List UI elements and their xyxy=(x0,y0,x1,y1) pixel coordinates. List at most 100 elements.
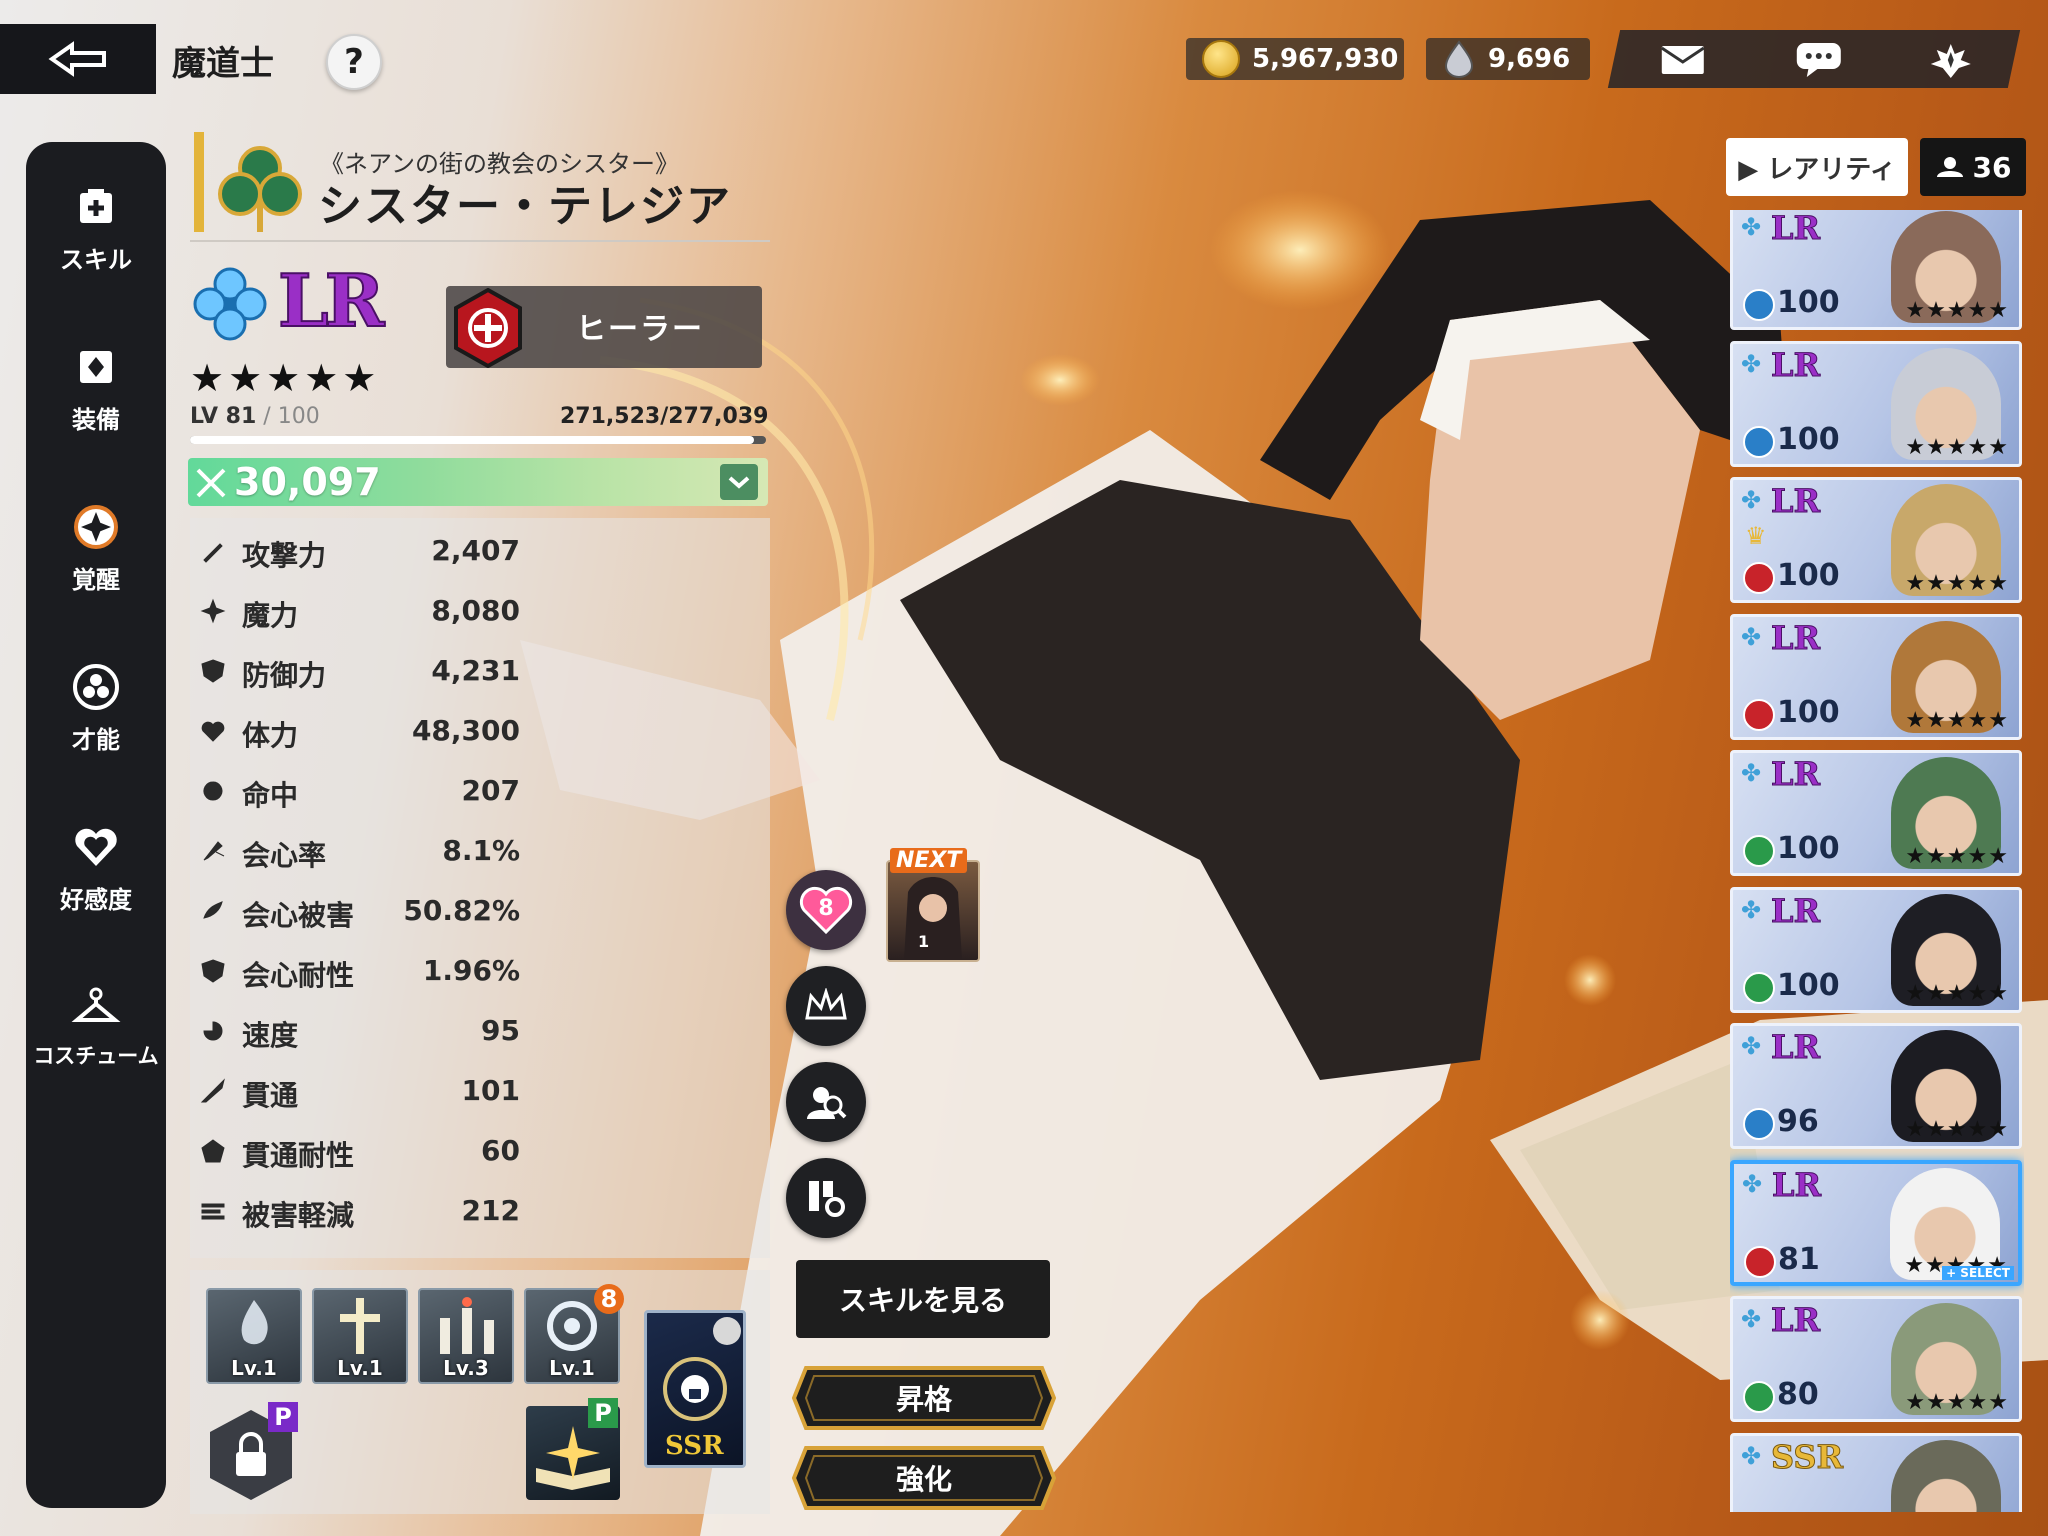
stat-name: 体力 xyxy=(242,719,299,752)
card-rarity: SSR xyxy=(1770,1437,1844,1476)
character-card[interactable]: ✤SSR60★★★★★ xyxy=(1730,1432,2022,1512)
level-max: / 100 xyxy=(256,404,320,429)
grimoire-slot[interactable]: P xyxy=(526,1398,620,1500)
rarity-badge: LR xyxy=(277,257,385,344)
attribute-icon xyxy=(1743,971,1775,1004)
skill-slot-1[interactable]: Lv.1 xyxy=(206,1288,302,1384)
guild-emblem-icon[interactable] xyxy=(1926,42,1976,78)
level-value: LV 81 xyxy=(190,404,257,429)
character-card[interactable]: ✤ LR 96 ★★★★★ xyxy=(1730,1023,2022,1149)
stat-row: 魔力 8,080 xyxy=(200,590,520,634)
stat-value: 1.96% xyxy=(422,954,520,987)
layout-gear-icon xyxy=(809,1181,845,1217)
stat-value: 50.82% xyxy=(403,894,520,927)
locked-slot[interactable]: P xyxy=(204,1402,298,1502)
enhance-button[interactable]: 強化 xyxy=(791,1444,1057,1512)
sidebar-item-affinity[interactable]: 好感度 xyxy=(26,822,166,915)
awakening-icon xyxy=(71,502,121,552)
stat-row: 攻撃力 2,407 xyxy=(200,530,520,574)
top-icon-bar xyxy=(1607,30,2021,88)
stat-row: 会心率 8.1% xyxy=(200,830,520,874)
combat-power-value: 30,097 xyxy=(234,460,381,504)
character-card[interactable]: ✤ LR 80 ★★★★★ xyxy=(1730,1296,2022,1422)
flame-skill-icon xyxy=(241,1300,268,1345)
stat-row: 命中 207 xyxy=(200,770,520,814)
penetration-resist-icon xyxy=(201,1139,225,1163)
stat-name: 命中 xyxy=(242,779,299,812)
skill-slot-3[interactable]: Lv.3 xyxy=(418,1288,514,1384)
stat-name: 会心被害 xyxy=(242,899,355,932)
character-card[interactable]: ✤ LR 100 ★★★★★ xyxy=(1730,340,2022,467)
skill-slot-4[interactable]: Lv.1 8 xyxy=(524,1284,624,1384)
sidebar: スキル 装備 覚醒 才能 好感度 コスチューム xyxy=(26,142,166,1508)
card-level: 100 xyxy=(1777,831,1840,866)
view-skill-button[interactable]: スキルを見る xyxy=(796,1260,1050,1338)
crown-button[interactable] xyxy=(786,966,866,1046)
sidebar-item-awakening[interactable]: 覚醒 xyxy=(26,502,166,595)
card-stars: ★★★★★ xyxy=(1905,980,2009,1006)
nun-portrait-icon xyxy=(904,877,962,960)
sidebar-item-skill[interactable]: スキル xyxy=(26,182,166,275)
stat-value: 95 xyxy=(481,1014,520,1047)
stat-name: 会心率 xyxy=(242,839,327,872)
stat-row: 会心耐性 1.96% xyxy=(200,950,520,994)
clover-icon: ✤ xyxy=(1741,895,1762,924)
card-level: 81 xyxy=(1778,1241,1820,1277)
character-card[interactable]: ✤LR81★★★★★+ SELECT xyxy=(1730,1159,2022,1286)
card-level: 100 xyxy=(1777,967,1840,1003)
next-costume-card[interactable]: 1 xyxy=(886,860,980,962)
owned-count: 36 xyxy=(1972,150,2012,184)
affinity-gift-button[interactable]: 8 xyxy=(786,870,866,950)
attribute-icon xyxy=(1743,562,1775,594)
back-arrow-icon xyxy=(48,41,106,77)
sidebar-item-costume[interactable]: コスチューム xyxy=(26,982,166,1070)
clover-icon: ✤ xyxy=(1742,1169,1763,1198)
card-rarity: LR xyxy=(1770,482,1821,521)
character-portrait xyxy=(1891,1439,2001,1512)
character-card[interactable]: ✤ LR 100 ★★★★★ ♛ xyxy=(1730,477,2022,603)
character-card[interactable]: ✤ LR 100 ★★★★★ xyxy=(1730,210,2022,330)
help-button[interactable]: ? xyxy=(326,34,382,90)
stat-name: 防御力 xyxy=(242,659,327,692)
magic-card-slot[interactable]: SSR xyxy=(644,1310,746,1468)
back-button[interactable] xyxy=(0,24,156,94)
profile-search-icon xyxy=(807,1087,847,1119)
settings-button[interactable] xyxy=(786,1158,866,1238)
rarity-filter-button[interactable]: ▶ レアリティ xyxy=(1726,138,1908,196)
character-card[interactable]: ✤ LR 100 ★★★★★ xyxy=(1730,613,2022,740)
four-leaf-clover-icon xyxy=(193,267,267,341)
chat-icon[interactable] xyxy=(1794,42,1844,78)
sidebar-item-talent[interactable]: 才能 xyxy=(26,662,166,755)
power-detail-toggle[interactable] xyxy=(720,464,758,500)
sidebar-item-equipment[interactable]: 装備 xyxy=(26,342,166,435)
stat-value: 48,300 xyxy=(411,714,520,747)
attribute-icon xyxy=(1743,835,1775,867)
stat-value: 8,080 xyxy=(431,594,520,627)
affinity-icon xyxy=(71,822,121,872)
profile-search-button[interactable] xyxy=(786,1062,866,1142)
gold-amount: 5,967,930 xyxy=(1252,44,1399,74)
chevron-down-icon xyxy=(728,476,750,489)
character-list[interactable]: ✤ LR 100 ★★★★★ ✤ LR 100 ★★★★★ ✤ LR 100 ★★★★★ ♛ ✤ LR 100… xyxy=(1730,210,2024,1512)
stat-row: 被害軽減 212 xyxy=(200,1190,520,1234)
hp-icon xyxy=(201,721,225,742)
clover-icon: ✤ xyxy=(1741,1441,1762,1470)
stat-value: 101 xyxy=(461,1074,520,1107)
attribute-icon xyxy=(1743,1108,1775,1140)
character-card[interactable]: ✤ LR 100 ★★★★★ xyxy=(1730,750,2022,876)
divider xyxy=(190,240,770,242)
character-card[interactable]: ✤ LR 100 ★★★★★ xyxy=(1730,886,2022,1013)
owned-count-badge[interactable]: 36 xyxy=(1920,138,2026,196)
mail-icon[interactable] xyxy=(1658,42,1708,78)
stat-value: 60 xyxy=(481,1134,520,1167)
attribute-icon xyxy=(1744,1245,1776,1278)
skill-slot-2[interactable]: Lv.1 xyxy=(312,1288,408,1384)
promote-button[interactable]: 昇格 xyxy=(791,1364,1057,1432)
card-level: 96 xyxy=(1777,1104,1819,1139)
enhance-label: 強化 xyxy=(895,1463,952,1496)
attribute-icon xyxy=(1743,698,1775,731)
clover-icon: ✤ xyxy=(1741,349,1762,378)
clover-icon: ✤ xyxy=(1741,1032,1762,1060)
next-label: NEXT xyxy=(890,848,968,873)
crit-rate-icon xyxy=(203,841,225,861)
